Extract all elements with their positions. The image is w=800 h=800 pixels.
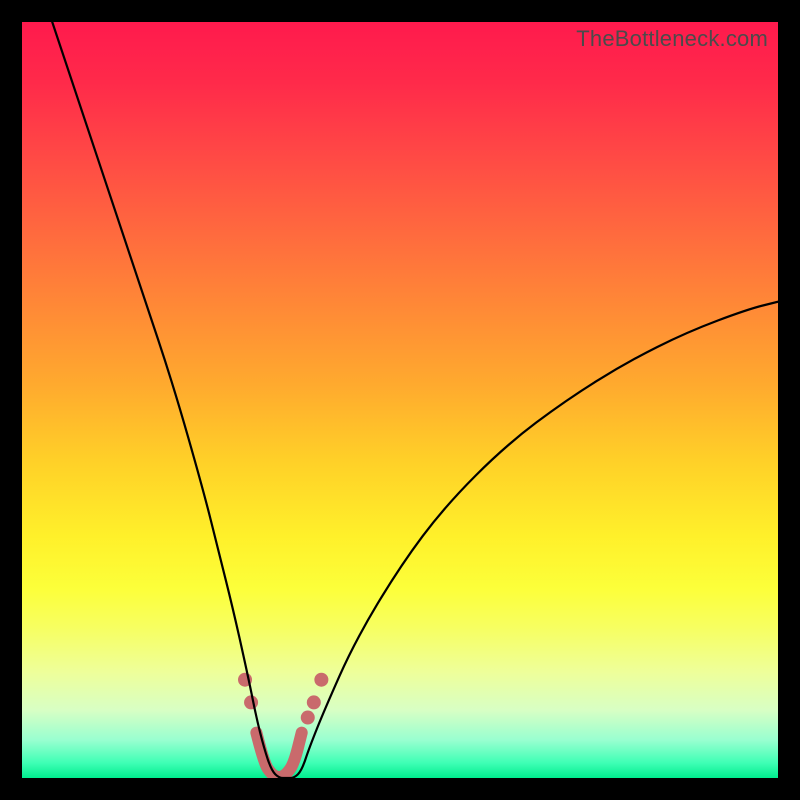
bottleneck-curve <box>22 22 778 778</box>
chart-frame: TheBottleneck.com <box>22 22 778 778</box>
